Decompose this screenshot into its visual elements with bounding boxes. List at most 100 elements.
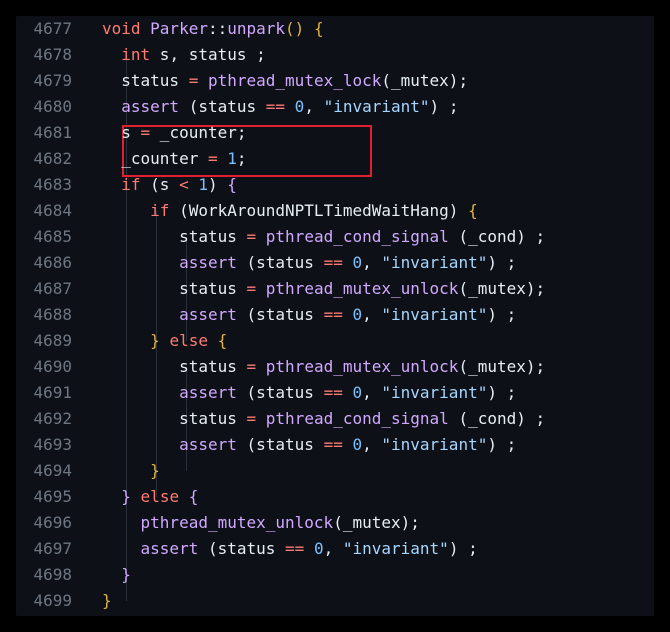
line-number: 4679 [33,71,72,90]
code-line[interactable]: 4685 status = pthread_cond_signal (_cond… [16,224,545,250]
code-token: = [188,71,199,90]
line-number: 4686 [33,253,72,272]
code-token: 0 [313,539,324,558]
code-token: 0 [352,435,363,454]
code-token: = [140,123,151,142]
code-token: _counter; [150,123,247,142]
code-token: { [188,487,199,506]
line-number: 4688 [33,305,72,324]
code-token: if [121,175,141,194]
line-number: 4690 [33,357,72,376]
code-token: == [323,253,343,272]
code-line[interactable]: 4696 pthread_mutex_unlock(_mutex); [16,510,419,536]
code-token: (_mutex); [381,71,469,90]
code-token: 0 [352,305,363,324]
line-number: 4699 [33,591,72,610]
code-token: (status [179,97,266,116]
code-token: ) ; [487,305,517,324]
code-token: { [227,175,237,194]
code-line[interactable]: 4692 status = pthread_cond_signal (_cond… [16,406,545,432]
code-token: pthread_mutex_unlock [265,357,459,376]
code-line[interactable]: 4690 status = pthread_mutex_unlock(_mute… [16,354,545,380]
code-token: int [121,45,151,64]
code-line[interactable]: 4697 assert (status == 0, "invariant") ; [16,536,477,562]
code-token: else [169,331,208,350]
code-line[interactable]: 4682 _counter = 1; [16,146,246,172]
line-number: 4695 [33,487,72,506]
code-line[interactable]: 4699} [16,588,112,614]
line-number: 4680 [33,97,72,116]
code-token: , [323,539,343,558]
code-line[interactable]: 4681 s = _counter; [16,120,247,146]
code-token: == [323,383,343,402]
code-token: assert [179,305,237,324]
code-line[interactable]: 4693 assert (status == 0, "invariant") ; [16,432,516,458]
code-token: = [246,227,257,246]
code-token: assert [179,253,237,272]
code-token: status [102,409,247,428]
line-number: 4685 [33,227,72,246]
code-token: assert [140,539,199,558]
code-token: (_mutex); [458,279,546,298]
code-token: _counter [102,149,208,168]
code-line[interactable]: 4684 if (WorkAroundNPTLTimedWaitHang) { [16,198,478,224]
code-token: () [285,19,305,38]
code-token: } [121,565,131,584]
code-token: (_mutex); [458,357,546,376]
code-token: } [102,591,112,610]
code-token: , [362,253,382,272]
code-token: 1 [198,175,208,194]
line-number: 4677 [33,19,72,38]
code-token: == [265,97,286,116]
code-line[interactable]: 4694 } [16,458,159,484]
code-token: "invariant" [381,383,488,402]
code-editor[interactable]: 4677 void Parker::unpark() {4678 int s, s… [16,16,654,616]
code-token: < [179,175,189,194]
code-line[interactable]: 4683 if (s < 1) { [16,172,237,198]
code-line[interactable]: 4679 status = pthread_mutex_lock(_mutex)… [16,68,468,94]
code-line[interactable]: 4698 } [16,562,131,588]
code-token: , [362,435,382,454]
code-line[interactable]: 4678 int s, status ; [16,42,265,68]
code-line[interactable]: 4677 void Parker::unpark() { [16,16,323,42]
code-line[interactable]: 4680 assert (status == 0, "invariant") ; [16,94,458,120]
line-number: 4692 [33,409,72,428]
code-token: status [102,279,247,298]
code-line[interactable]: 4695 } else { [16,484,198,510]
code-line[interactable]: 4687 status = pthread_mutex_unlock(_mute… [16,276,545,302]
code-token: status [102,71,189,90]
code-line[interactable]: 4691 assert (status == 0, "invariant") ; [16,380,516,406]
code-token: 0 [352,383,363,402]
line-number: 4697 [33,539,72,558]
code-line[interactable]: 4686 assert (status == 0, "invariant") ; [16,250,516,276]
code-token: { [468,201,478,220]
code-line[interactable]: 4688 assert (status == 0, "invariant") ; [16,302,516,328]
code-line[interactable]: 4689 } else { [16,328,227,354]
code-token: } [150,331,160,350]
code-token: } [121,487,131,506]
code-token: pthread_mutex_unlock [140,513,334,532]
code-token: (_cond) ; [448,409,546,428]
code-token: (s [140,175,180,194]
code-token: s [102,123,141,142]
code-token: ) ; [429,97,459,116]
code-token: (status [236,305,324,324]
code-token: status [102,227,247,246]
code-token: (status [236,253,324,272]
